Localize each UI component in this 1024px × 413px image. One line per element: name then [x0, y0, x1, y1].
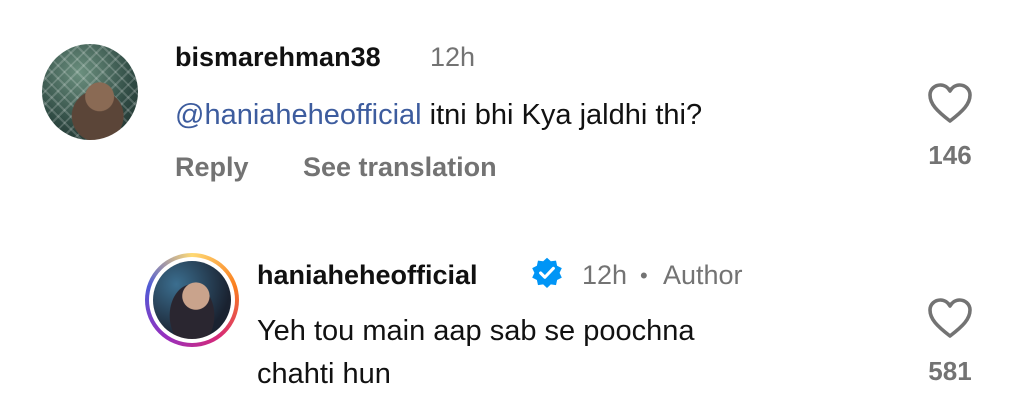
comment-text-body: itni bhi Kya jaldhi thi?	[429, 99, 703, 131]
author-label: Author	[663, 260, 743, 290]
story-ring[interactable]	[145, 253, 239, 347]
avatar[interactable]	[42, 44, 138, 140]
comment-timestamp: 12h	[582, 260, 628, 290]
like-count: 581	[928, 356, 972, 386]
reply-button[interactable]: Reply	[175, 152, 249, 183]
comment-text-line-1: Yeh tou main aap sab se poochna	[257, 315, 695, 347]
comment-username[interactable]: haniaheheofficial	[257, 260, 478, 291]
separator-dot: •	[640, 263, 648, 288]
comment-text: Yeh tou main aap sab se poochna chahti h…	[257, 310, 695, 396]
see-translation-button[interactable]: See translation	[303, 152, 497, 183]
heart-icon[interactable]	[927, 82, 973, 124]
comment-username[interactable]: bismarehman38	[175, 42, 381, 73]
comment-text: @haniaheheofficial itni bhi Kya jaldhi t…	[175, 94, 702, 137]
comment-timestamp: 12h	[430, 42, 476, 72]
verified-badge-icon	[532, 257, 562, 288]
mention-link[interactable]: @haniaheheofficial	[175, 99, 422, 131]
like-count: 146	[928, 140, 972, 170]
avatar	[153, 261, 231, 339]
comment-text-line-2: chahti hun	[257, 358, 391, 390]
heart-icon[interactable]	[927, 297, 973, 339]
